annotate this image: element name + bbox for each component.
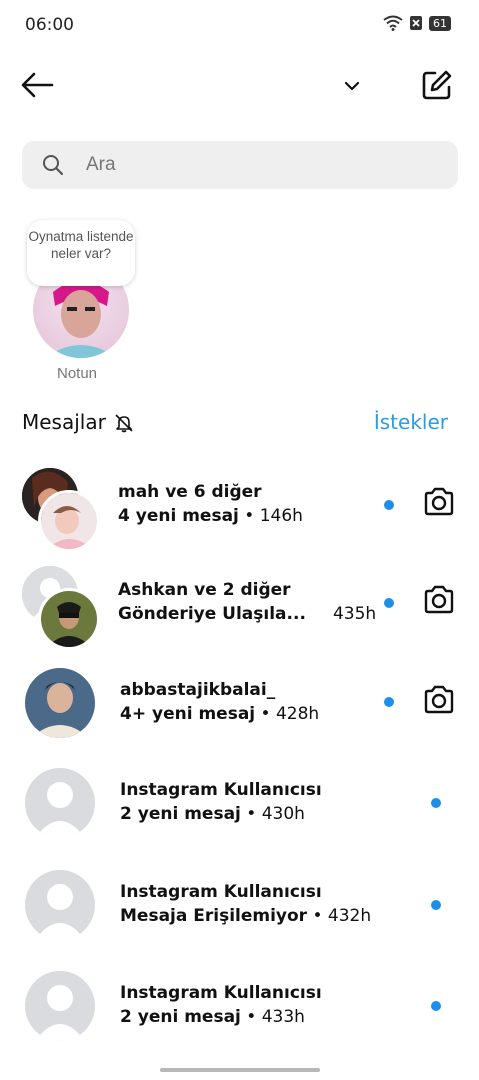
battery-icon: 61 xyxy=(429,15,451,31)
thread-name: abbastajikbalai_ xyxy=(120,680,276,700)
unread-dot xyxy=(384,500,394,510)
thread-name: mah ve 6 diğer xyxy=(118,482,262,502)
thread-row[interactable]: mah ve 6 diğer 4 yeni mesaj • 146h xyxy=(0,460,479,552)
search-icon xyxy=(43,155,64,176)
unread-dot xyxy=(384,598,394,608)
thread-preview: Mesaja Erişilemiyor • 432h xyxy=(120,906,372,926)
unread-dot xyxy=(384,697,394,707)
thread-name: Ashkan ve 2 diğer xyxy=(118,580,291,600)
home-indicator[interactable] xyxy=(160,1068,320,1072)
thread-preview: Gönderiye Ulaşıla... 435h xyxy=(118,604,377,624)
top-bar xyxy=(0,60,479,110)
compose-icon[interactable] xyxy=(420,68,454,102)
back-arrow-icon[interactable] xyxy=(20,70,54,100)
thread-row[interactable]: Ashkan ve 2 diğer Gönderiye Ulaşıla... 4… xyxy=(0,558,479,650)
thread-preview: 4+ yeni mesaj • 428h xyxy=(120,704,320,724)
thread-preview: 2 yeni mesaj • 430h xyxy=(120,804,305,824)
default-avatar xyxy=(25,768,95,838)
camera-icon[interactable] xyxy=(422,583,456,617)
thread-name: Instagram Kullanıcısı xyxy=(120,780,322,800)
avatar xyxy=(25,668,95,738)
default-avatar xyxy=(25,870,95,940)
unread-dot xyxy=(431,1001,441,1011)
group-avatar xyxy=(22,468,100,552)
thread-name: Instagram Kullanıcısı xyxy=(120,983,322,1003)
unread-dot xyxy=(431,798,441,808)
section-title: Mesajlar xyxy=(22,410,106,434)
camera-icon[interactable] xyxy=(422,683,456,717)
note-label: Notun xyxy=(57,365,98,382)
unread-dot xyxy=(431,900,441,910)
search-placeholder: Ara xyxy=(86,154,116,175)
search-input[interactable]: Ara xyxy=(22,141,458,189)
status-time: 06:00 xyxy=(25,15,74,35)
messages-header: Mesajlar İstekler xyxy=(22,410,458,438)
thread-preview: 4 yeni mesaj • 146h xyxy=(118,506,303,526)
status-bar: 06:00 61 xyxy=(0,0,479,50)
requests-link[interactable]: İstekler xyxy=(374,410,448,434)
thread-row[interactable]: Instagram Kullanıcısı 2 yeni mesaj • 433… xyxy=(0,961,479,1051)
thread-row[interactable]: Instagram Kullanıcısı Mesaja Erişilemiyo… xyxy=(0,860,479,950)
thread-name: Instagram Kullanıcısı xyxy=(120,882,322,902)
note-bubble[interactable]: Oynatma listende neler var? xyxy=(27,220,135,286)
group-avatar xyxy=(22,566,100,650)
camera-icon[interactable] xyxy=(422,485,456,519)
chevron-down-icon[interactable] xyxy=(342,76,362,96)
bell-off-icon[interactable] xyxy=(114,413,134,433)
thread-row[interactable]: Instagram Kullanıcısı 2 yeni mesaj • 430… xyxy=(0,758,479,848)
wifi-icon xyxy=(383,15,403,31)
sim-off-icon xyxy=(410,16,422,30)
thread-preview: 2 yeni mesaj • 433h xyxy=(120,1007,305,1027)
thread-row[interactable]: abbastajikbalai_ 4+ yeni mesaj • 428h xyxy=(0,658,479,748)
default-avatar xyxy=(25,971,95,1041)
status-icons: 61 xyxy=(383,15,451,31)
